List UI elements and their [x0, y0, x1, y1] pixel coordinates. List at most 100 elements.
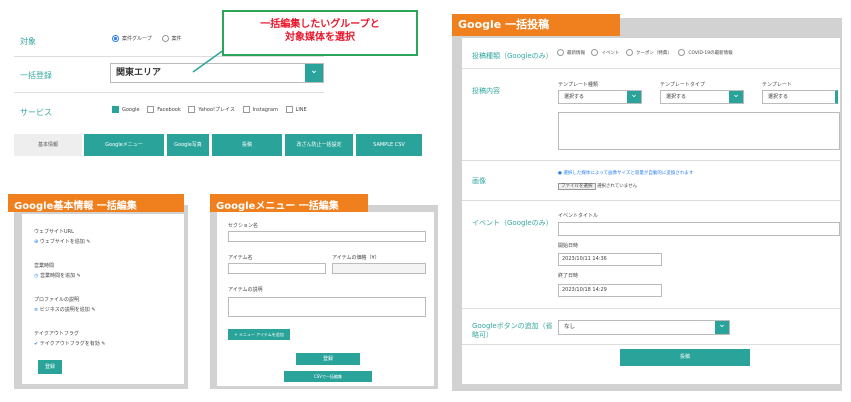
callout-box: 一括編集したいグループと 対象媒体を選択 [222, 10, 418, 56]
service-checkboxes: Google Facebook Yahoo!プレイス Instagram LIN… [112, 106, 307, 113]
takeout-link-label: テイクアウトフラグを有効 [39, 341, 100, 347]
post-content-label: 投稿内容 [472, 87, 500, 95]
radio-case[interactable] [161, 35, 169, 42]
divider [14, 92, 324, 93]
check-instagram[interactable] [242, 106, 250, 113]
radio-covid-label: COVID-19の最新情報 [688, 51, 733, 56]
radio-latest-label: 最新情報 [567, 51, 585, 56]
menu-banner: Googleメニュー 一括編集 [210, 194, 368, 212]
clock-icon: ◷ [34, 273, 39, 279]
chevron-down-icon[interactable] [715, 319, 729, 334]
menu-register-button[interactable]: 登録 [296, 353, 360, 365]
pencil-icon: ✎ [101, 341, 106, 347]
tab-google-photos[interactable]: Google写真 [167, 134, 209, 156]
menu-csv-button[interactable]: CSVで一括編集 [284, 371, 372, 382]
item-price-input[interactable] [332, 263, 426, 274]
target-radio-group: 案件グループ 案件 [112, 35, 182, 42]
check-facebook[interactable] [147, 106, 155, 113]
divider [462, 308, 840, 309]
target-label: 対象 [20, 37, 36, 46]
pencil-icon: ✎ [91, 307, 96, 313]
pencil-icon: ✎ [76, 273, 81, 279]
callout-line1: 一括編集したいグループと [260, 19, 380, 30]
post-banner: Google 一括投稿 [452, 14, 620, 36]
check-google-label: Google [122, 107, 140, 113]
globe-icon: ⊕ [34, 239, 39, 245]
checkmark-icon: ✔ [34, 341, 39, 347]
event-title-input[interactable] [558, 222, 840, 236]
radio-coupon-label: クーポン（特典） [635, 51, 672, 56]
section-name-input[interactable] [228, 231, 426, 242]
item-desc-textarea[interactable] [228, 297, 426, 317]
item-name-input[interactable] [228, 263, 326, 274]
post-type-label: 投稿種類（Googleのみ） [472, 52, 553, 60]
chevron-down-icon[interactable] [729, 89, 743, 103]
end-label: 終了日時 [558, 273, 579, 279]
tab-post[interactable]: 投稿 [212, 134, 282, 156]
chevron-down-icon[interactable] [305, 62, 323, 82]
tpl-kind-label: テンプレート種類 [558, 82, 598, 88]
tpl-label: テンプレート [762, 82, 792, 88]
event-title-label: イベントタイトル [558, 213, 599, 219]
radio-event[interactable] [591, 49, 599, 56]
event-label: イベント（Googleのみ） [472, 219, 553, 227]
radio-latest[interactable] [557, 49, 564, 56]
tpl-kind-select[interactable]: 選択する [558, 89, 642, 104]
callout-line2: 対象媒体を選択 [285, 32, 355, 43]
radio-event-label: イベント [601, 51, 620, 56]
group-select-value: 関東エリア [116, 68, 162, 78]
post-content-textarea[interactable] [558, 112, 840, 150]
website-label: ウェブサイトURL [34, 229, 74, 235]
image-note: ● 選択した媒体によって画像サイズと容量が自動的に変換されます [558, 170, 693, 176]
file-picker: ファイルを選択 選択されていません [558, 183, 637, 190]
post-type-radios: 最新情報 イベント クーポン（特典） COVID-19の最新情報 [557, 49, 733, 56]
item-name-label: アイテム名 [228, 255, 253, 261]
add-menu-item-button[interactable]: + メニュー アイテムを追加 [228, 329, 290, 340]
start-label: 開始日時 [558, 243, 579, 249]
check-line[interactable] [285, 106, 293, 113]
hours-link[interactable]: ◷ 営業時間を追加 ✎ [34, 272, 81, 279]
check-google[interactable] [112, 106, 119, 113]
start-input[interactable]: 2023/10/11 14:36 [558, 253, 662, 266]
profile-link[interactable]: ≡ ビジネスの説明を追加 ✎ [34, 306, 96, 313]
tpl-type-select[interactable]: 選択する [660, 89, 744, 104]
check-facebook-label: Facebook [157, 107, 181, 113]
radio-coupon[interactable] [625, 49, 633, 56]
check-line-label: LINE [295, 107, 307, 113]
tab-google-menu[interactable]: Googleメニュー [84, 134, 164, 156]
tab-sample-csv[interactable]: SAMPLE CSV [356, 134, 422, 156]
item-desc-label: アイテムの説明 [228, 287, 263, 293]
website-link[interactable]: ⊕ ウェブサイトを追加 ✎ [34, 238, 91, 245]
divider [462, 68, 840, 69]
hours-label: 営業時間 [34, 263, 55, 269]
takeout-label: テイクアウトフラグ [34, 331, 79, 337]
file-select-button[interactable]: ファイルを選択 [558, 183, 596, 190]
end-input[interactable]: 2023/10/18 14:29 [558, 284, 662, 297]
group-label: 一括登録 [20, 71, 52, 80]
google-button-label: Googleボタンの追加（省略可） [472, 322, 553, 339]
google-button-value: なし [564, 324, 576, 330]
service-label: サービス [20, 108, 52, 117]
tab-tamper-protection[interactable]: 改ざん防止一括設定 [285, 134, 353, 156]
radio-covid[interactable] [678, 49, 686, 56]
takeout-link[interactable]: ✔ テイクアウトフラグを有効 ✎ [34, 340, 106, 347]
hours-link-label: 営業時間を追加 [39, 273, 75, 279]
basic-register-button[interactable]: 登録 [38, 360, 62, 374]
post-submit-button[interactable]: 投稿 [620, 349, 750, 366]
image-note-text: 選択した媒体によって画像サイズと容量が自動的に変換されます [563, 171, 694, 176]
tpl-type-label: テンプレートタイプ [660, 82, 705, 88]
image-label: 画像 [472, 177, 486, 185]
profile-label: プロファイルの説明 [34, 297, 80, 303]
check-yahoo-label: Yahoo!プレイス [198, 107, 235, 113]
tpl-type-value: 選択する [666, 94, 687, 100]
tpl-kind-value: 選択する [564, 94, 585, 100]
radio-case-group[interactable] [112, 35, 119, 42]
divider [462, 200, 840, 201]
google-button-select[interactable]: なし [558, 319, 730, 335]
check-yahoo[interactable] [188, 106, 196, 113]
tpl-select[interactable]: 選択する [762, 90, 838, 104]
tab-basic-info[interactable]: 基本情報 [14, 134, 82, 156]
tpl-value: 選択する [768, 94, 789, 100]
divider [462, 160, 840, 161]
chevron-down-icon[interactable] [627, 89, 641, 103]
